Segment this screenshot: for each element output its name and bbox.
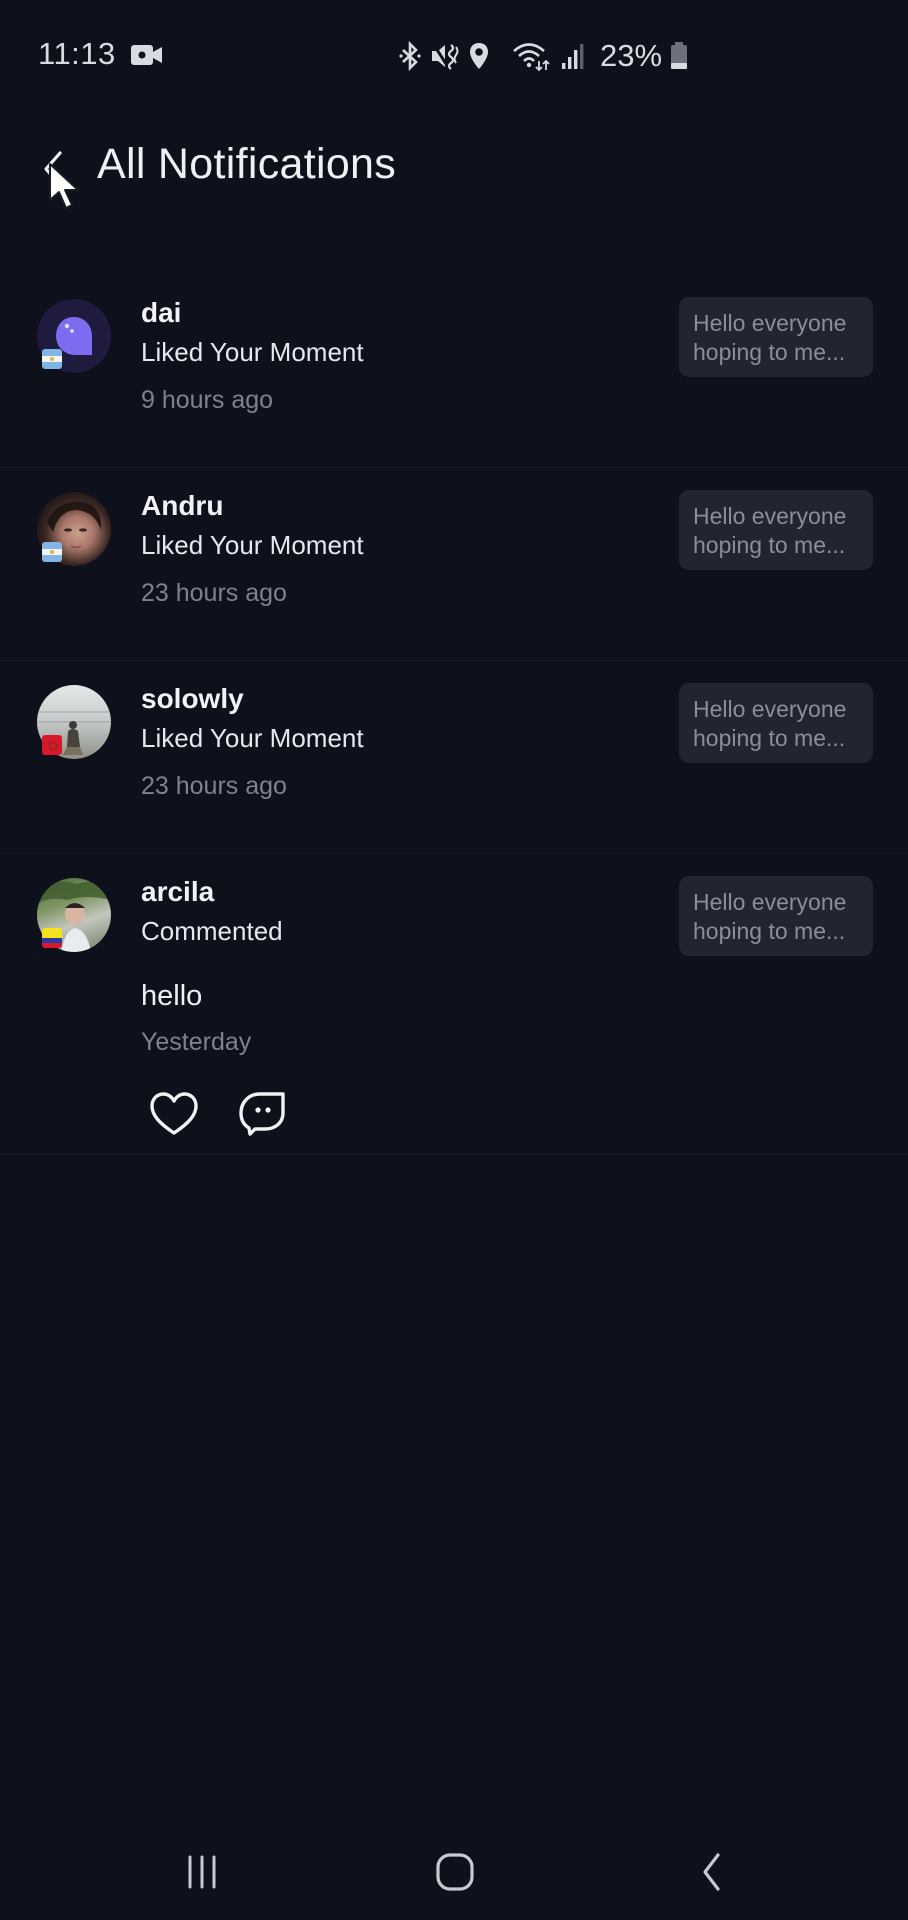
timestamp: 9 hours ago — [141, 386, 274, 414]
notification-action: Liked Your Moment — [141, 337, 364, 367]
signal-icon — [562, 44, 584, 69]
system-icons: 23% — [398, 36, 688, 76]
back-button[interactable] — [28, 142, 78, 196]
preview-line: hoping to me... — [693, 918, 846, 944]
preview-line: hoping to me... — [693, 339, 846, 365]
notification-item[interactable]: dai Liked Your Moment 9 hours ago Hello … — [0, 275, 908, 468]
country-flag-red — [42, 735, 62, 755]
moment-preview[interactable]: Hello everyone hoping to me... — [679, 490, 873, 570]
home-icon — [436, 1853, 474, 1891]
username[interactable]: Andru — [141, 490, 223, 522]
timestamp: 23 hours ago — [141, 772, 287, 800]
notification-item[interactable]: Andru Liked Your Moment 23 hours ago Hel… — [0, 468, 908, 661]
username[interactable]: dai — [141, 297, 181, 329]
comment-actions — [148, 1088, 288, 1140]
notification-item[interactable]: solowly Liked Your Moment 23 hours ago H… — [0, 661, 908, 854]
location-icon — [470, 43, 488, 69]
heart-icon — [150, 1092, 198, 1135]
notification-action: Liked Your Moment — [141, 530, 364, 560]
country-flag-colombia — [42, 928, 62, 948]
status-bar: 11:13 23% — [0, 0, 908, 110]
comment-text: hello — [141, 980, 203, 1012]
battery-percent: 23% — [600, 38, 663, 73]
recent-apps-icon — [188, 1855, 216, 1889]
preview-line: Hello everyone — [693, 889, 847, 915]
preview-line: hoping to me... — [693, 725, 846, 751]
username[interactable]: arcila — [141, 876, 214, 908]
preview-line: hoping to me... — [693, 532, 846, 558]
notification-action: Commented — [141, 916, 283, 946]
mute-vibrate-icon — [432, 44, 459, 70]
timestamp: Yesterday — [141, 1028, 252, 1056]
battery-icon — [671, 42, 688, 69]
like-comment-button[interactable] — [148, 1088, 200, 1140]
page-title: All Notifications — [97, 140, 397, 188]
country-flag-argentina — [42, 542, 62, 562]
bluetooth-icon — [399, 41, 421, 71]
video-record-icon — [131, 45, 162, 65]
navigation-bar — [0, 1820, 908, 1920]
recent-apps-button[interactable] — [172, 1846, 232, 1898]
reply-comment-button[interactable] — [236, 1088, 288, 1140]
moment-preview[interactable]: Hello everyone hoping to me... — [679, 297, 873, 377]
moment-preview[interactable]: Hello everyone hoping to me... — [679, 683, 873, 763]
wifi-icon — [513, 43, 550, 71]
notification-list: dai Liked Your Moment 9 hours ago Hello … — [0, 275, 908, 1155]
preview-line: Hello everyone — [693, 503, 847, 529]
status-time: 11:13 — [38, 36, 116, 71]
system-back-button[interactable] — [681, 1846, 741, 1898]
timestamp: 23 hours ago — [141, 579, 287, 607]
back-icon — [703, 1853, 720, 1891]
notification-item[interactable]: arcila Commented hello Hello everyone ho… — [0, 854, 908, 1155]
notification-action: Liked Your Moment — [141, 723, 364, 753]
moment-preview[interactable]: Hello everyone hoping to me... — [679, 876, 873, 956]
home-button[interactable] — [425, 1846, 485, 1898]
preview-line: Hello everyone — [693, 310, 847, 336]
reply-comment-icon — [239, 1092, 285, 1136]
country-flag-argentina — [42, 349, 62, 369]
chevron-left-icon — [44, 151, 62, 187]
username[interactable]: solowly — [141, 683, 244, 715]
header: All Notifications — [0, 130, 908, 210]
preview-line: Hello everyone — [693, 696, 847, 722]
